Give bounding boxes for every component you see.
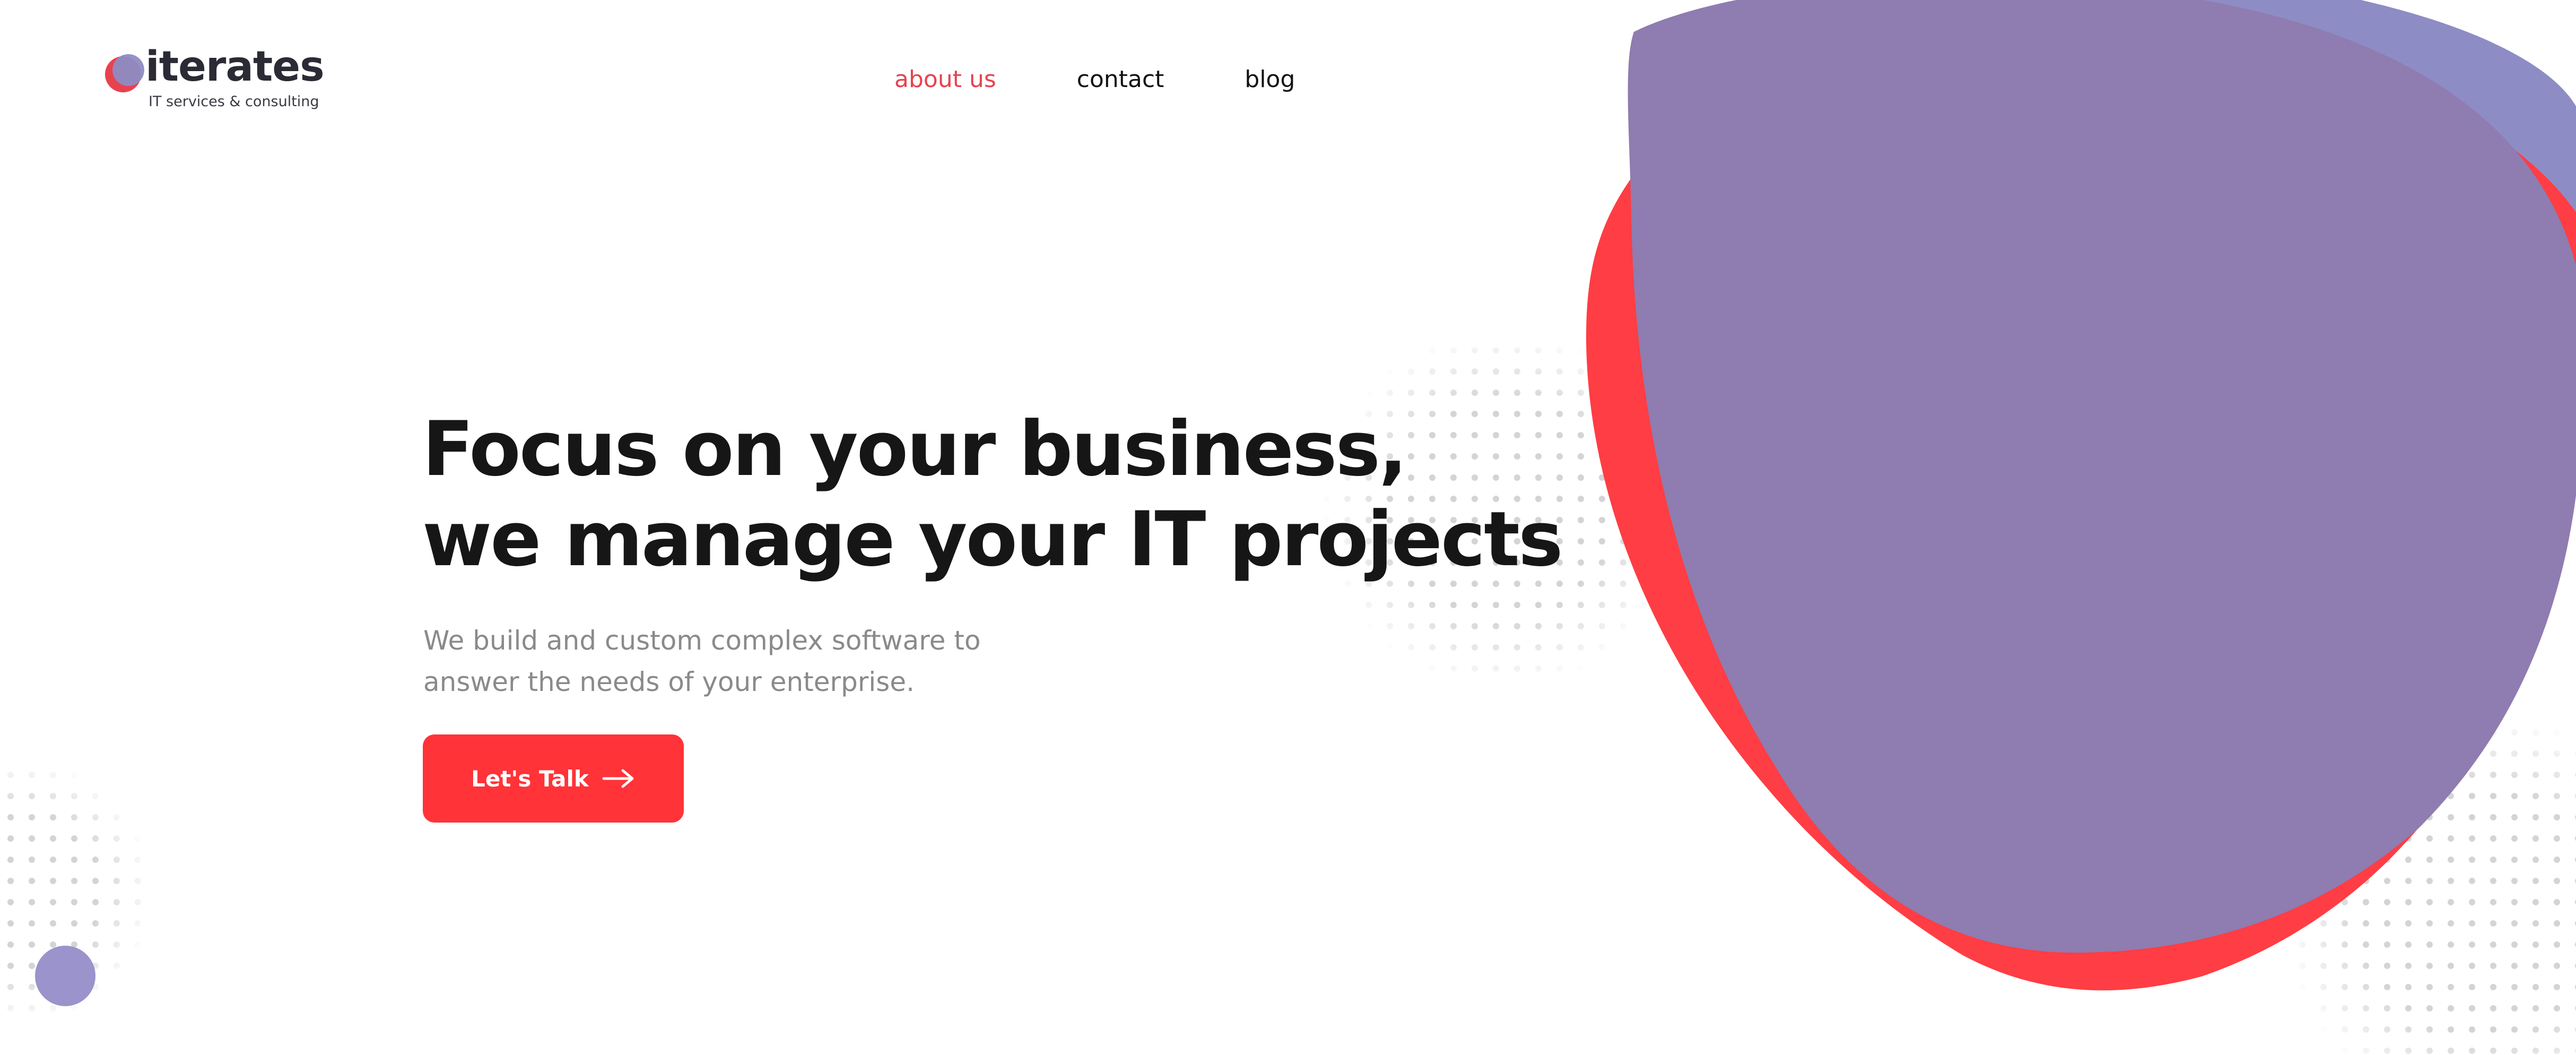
nav-item-about-us[interactable]: about us [894,66,996,93]
hero-subtitle: We build and custom complex software to … [423,620,981,703]
main-nav: about us contact blog [894,66,1295,93]
hero-subtitle-line-2: answer the needs of your enterprise. [423,667,915,697]
chat-bubble-button[interactable] [35,946,95,1006]
hero-subtitle-line-1: We build and custom complex software to [423,625,981,656]
hero-title-line-2: we manage your IT projects [422,496,1563,583]
logo-mark-icon [105,54,144,92]
lets-talk-button[interactable]: Let's Talk [423,734,684,823]
hero-title-line-1: Focus on your business, [422,405,1407,493]
hero-title: Focus on your business, we manage your I… [422,404,1563,585]
brand-name: iterates [145,43,325,91]
brand-logo[interactable]: iterates IT services & consulting [104,43,327,118]
landing-page: iterates IT services & consulting about … [0,0,2576,1055]
nav-item-blog[interactable]: blog [1245,66,1295,93]
lets-talk-label: Let's Talk [471,765,589,792]
arrow-right-icon [602,769,634,788]
nav-item-contact[interactable]: contact [1077,66,1164,93]
brand-tagline: IT services & consulting [149,93,319,110]
